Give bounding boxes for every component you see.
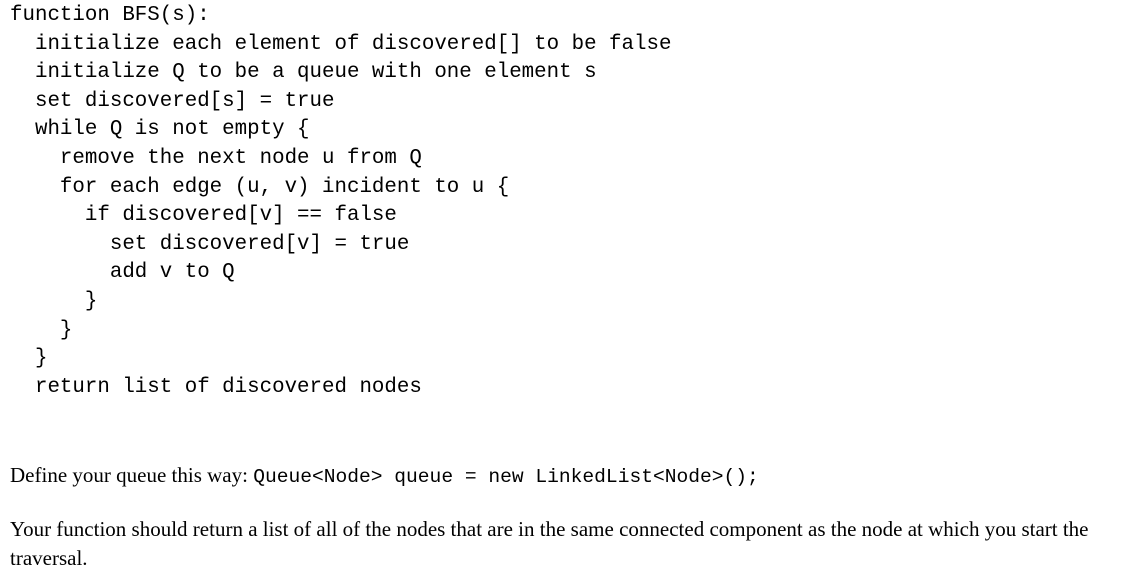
code-line: add v to Q	[10, 261, 235, 285]
code-line: set discovered[v] = true	[10, 232, 410, 256]
code-line: }	[10, 318, 73, 342]
queue-declaration-code: Queue<Node> queue = new LinkedList<Node>…	[253, 466, 759, 488]
code-line: while Q is not empty {	[10, 118, 310, 142]
document-page: function BFS(s): initialize each element…	[0, 0, 1126, 570]
return-value-paragraph: Your function should return a list of al…	[10, 517, 1089, 570]
define-queue-paragraph: Define your queue this way: Queue<Node> …	[10, 461, 1124, 492]
code-line: }	[10, 347, 48, 371]
code-line: remove the next node u from Q	[10, 146, 422, 170]
bfs-pseudocode-block: function BFS(s): initialize each element…	[10, 2, 1116, 402]
code-line: if discovered[v] == false	[10, 204, 397, 228]
define-queue-lead-text: Define your queue this way:	[10, 463, 254, 487]
code-line: function BFS(s):	[10, 4, 210, 27]
code-line: for each edge (u, v) incident to u {	[10, 175, 510, 199]
code-line: initialize Q to be a queue with one elem…	[10, 61, 597, 85]
code-line: set discovered[s] = true	[10, 89, 335, 113]
code-line: return list of discovered nodes	[10, 375, 422, 399]
code-line: }	[10, 289, 98, 313]
code-line: initialize each element of discovered[] …	[10, 32, 672, 56]
